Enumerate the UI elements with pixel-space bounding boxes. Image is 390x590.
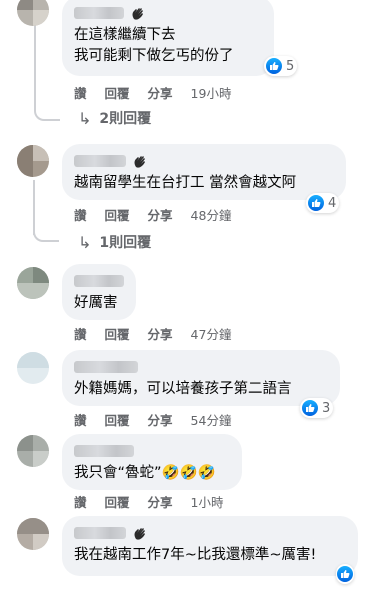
share-button[interactable]: 分享	[148, 205, 173, 224]
reply-arrow-icon: ↳	[78, 108, 92, 128]
reaction-count: 5	[286, 58, 295, 74]
reply-button[interactable]: 回覆	[105, 410, 130, 429]
reaction-summary[interactable]: 5	[264, 56, 298, 76]
timestamp[interactable]: 47分鐘	[191, 324, 232, 343]
comment-text: 越南留學生在台打工 當然會越文阿	[74, 175, 297, 191]
comment-actions: 讚 回覆 分享 47分鐘	[74, 324, 249, 343]
reply-button[interactable]: 回覆	[105, 324, 130, 343]
share-button[interactable]: 分享	[148, 492, 173, 511]
like-button[interactable]: 讚	[74, 324, 87, 343]
timestamp[interactable]: 54分鐘	[191, 410, 232, 429]
author-name[interactable]	[74, 7, 124, 19]
thread-connector	[34, 95, 60, 121]
waving-hand-icon	[132, 8, 143, 20]
author-name[interactable]	[74, 527, 126, 539]
like-thumb-icon	[307, 194, 325, 212]
author-name[interactable]	[74, 445, 134, 457]
reply-button[interactable]: 回覆	[105, 83, 130, 102]
share-button[interactable]: 分享	[148, 324, 173, 343]
comment-bubble: 好厲害	[62, 264, 136, 320]
avatar[interactable]	[17, 0, 49, 26]
timestamp[interactable]: 1小時	[191, 492, 224, 511]
reply-button[interactable]: 回覆	[105, 205, 130, 224]
reaction-summary[interactable]: 4	[306, 193, 340, 213]
comment-text: 外籍媽媽，可以培養孩子第二語言	[74, 381, 292, 397]
reaction-summary[interactable]: 3	[300, 398, 334, 418]
author-name[interactable]	[74, 361, 138, 373]
comment-actions: 讚 回覆 分享 54分鐘	[74, 410, 249, 429]
view-replies-link[interactable]: ↳ 2則回覆	[78, 108, 151, 128]
like-button[interactable]: 讚	[74, 492, 87, 511]
timestamp[interactable]: 19小時	[191, 83, 232, 102]
comment-actions: 讚 回覆 分享 48分鐘	[74, 205, 249, 224]
avatar[interactable]	[17, 518, 49, 550]
reaction-count: 3	[322, 400, 331, 416]
comment-text: 我在越南工作7年~比我還標準~厲害!	[74, 547, 317, 563]
comment-actions: 讚 回覆 分享 19小時	[74, 83, 249, 102]
avatar[interactable]	[17, 352, 49, 384]
avatar[interactable]	[17, 435, 49, 467]
comment-text: 在這樣繼續下去 我可能剩下做乞丐的份了	[74, 27, 234, 64]
replies-count: 1則回覆	[99, 235, 152, 251]
replies-count: 2則回覆	[99, 111, 152, 127]
reply-button[interactable]: 回覆	[105, 492, 130, 511]
comment-text: 我只會“魯蛇”🤣🤣🤣	[74, 465, 216, 481]
comment-bubble: 外籍媽媽，可以培養孩子第二語言	[62, 350, 340, 406]
avatar[interactable]	[17, 145, 49, 177]
thread-connector	[33, 216, 59, 242]
reaction-summary[interactable]	[336, 564, 354, 584]
like-button[interactable]: 讚	[74, 205, 87, 224]
author-name[interactable]	[74, 275, 124, 287]
like-thumb-icon	[301, 399, 319, 417]
comment-bubble: 我只會“魯蛇”🤣🤣🤣	[62, 434, 242, 490]
waving-hand-icon	[134, 528, 145, 540]
timestamp[interactable]: 48分鐘	[191, 205, 232, 224]
avatar[interactable]	[17, 267, 49, 299]
share-button[interactable]: 分享	[148, 410, 173, 429]
comment-bubble: 越南留學生在台打工 當然會越文阿	[62, 144, 346, 200]
like-thumb-icon	[336, 565, 354, 583]
author-name[interactable]	[74, 155, 126, 167]
comment-actions: 讚 回覆 分享 1小時	[74, 492, 242, 511]
reply-arrow-icon: ↳	[78, 232, 92, 252]
like-thumb-icon	[265, 57, 283, 75]
comment-bubble: 我在越南工作7年~比我還標準~厲害!	[62, 516, 358, 576]
view-replies-link[interactable]: ↳ 1則回覆	[78, 232, 151, 252]
comment-text: 好厲害	[74, 295, 118, 311]
waving-hand-icon	[134, 156, 145, 168]
emoji-laughing: 🤣🤣🤣	[161, 465, 216, 481]
like-button[interactable]: 讚	[74, 83, 87, 102]
comment-bubble: 在這樣繼續下去 我可能剩下做乞丐的份了	[62, 0, 274, 76]
share-button[interactable]: 分享	[148, 83, 173, 102]
like-button[interactable]: 讚	[74, 410, 87, 429]
reaction-count: 4	[328, 195, 337, 211]
